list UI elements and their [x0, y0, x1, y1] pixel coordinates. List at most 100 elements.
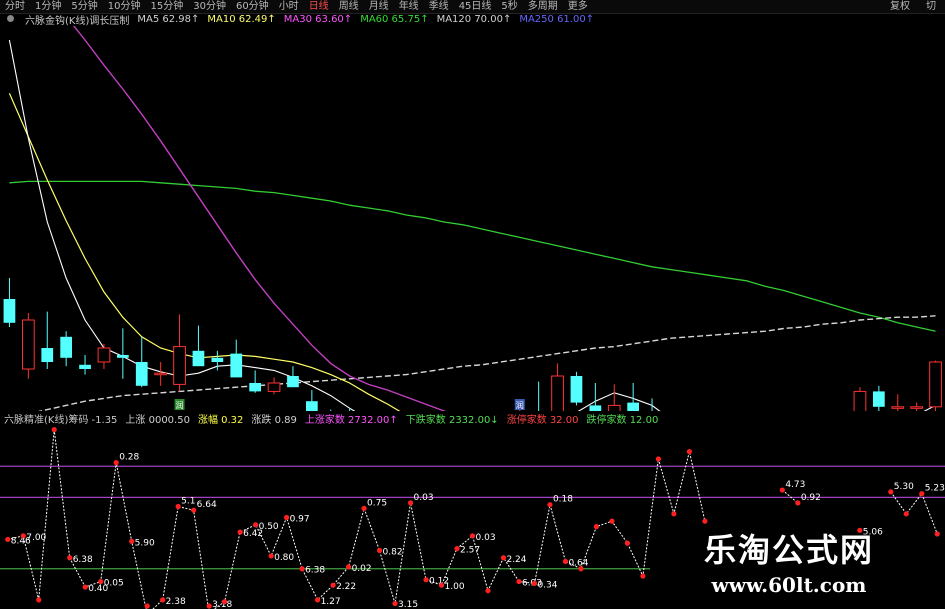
candle-body	[853, 390, 867, 411]
candle-up	[607, 384, 621, 411]
candle-body	[570, 376, 583, 403]
oscillator-point	[547, 502, 553, 508]
oscillator-label: 0.50	[259, 522, 279, 532]
oscillator-point	[237, 529, 243, 535]
oscillator-point	[160, 597, 166, 603]
oscillator-point	[36, 597, 42, 603]
tab-period[interactable]: 多周期	[523, 0, 563, 13]
tab-period[interactable]: 5秒	[496, 0, 522, 13]
oscillator-label: 5.90	[135, 538, 155, 548]
oscillator-label: 2.57	[460, 546, 480, 556]
oscillator-point	[562, 558, 569, 565]
candle-body	[267, 382, 281, 392]
indicator-value: MA30 63.60↑	[283, 14, 353, 25]
candle-body	[79, 364, 91, 369]
oscillator-label: 7.00	[26, 533, 46, 543]
ma10-line	[8, 92, 401, 411]
tab-right-item[interactable]: 复权	[885, 0, 915, 13]
tab-period[interactable]: 季线	[424, 0, 454, 13]
tab-period[interactable]: 小时	[274, 0, 304, 13]
candle-up	[154, 362, 168, 386]
oscillator-point	[624, 540, 631, 546]
oscillator-point	[283, 514, 290, 521]
ma120-line	[37, 315, 936, 411]
candle-body	[249, 383, 262, 392]
indicator-value: 六脉精准(K线)筹码 -1.35	[4, 415, 118, 426]
candle-down	[872, 385, 885, 411]
candle-body	[116, 355, 129, 358]
candle-body	[97, 347, 111, 363]
oscillator-label: 0.18	[553, 495, 573, 505]
main-indicator-bar: 六脉金钩(K线)调长压制 MA5 62.98↑ MA10 62.49↑ MA30 63…	[0, 13, 598, 27]
candle-body	[287, 376, 299, 388]
watermark-url: www.60lt.com	[711, 573, 867, 597]
oscillator-point	[423, 577, 429, 583]
indicator-value: 涨幅 0.32	[197, 415, 244, 426]
candle-up	[21, 313, 35, 379]
oscillator-point	[640, 573, 646, 579]
candle-down	[116, 328, 129, 379]
oscillator-point	[392, 600, 398, 607]
marker-label: 润	[516, 400, 524, 410]
oscillator-point	[779, 487, 785, 493]
candle-up	[853, 387, 867, 411]
tab-period[interactable]: 日线	[304, 0, 334, 13]
candle-down	[305, 390, 318, 411]
oscillator-label: 0.75	[367, 498, 387, 508]
oscillator-point	[516, 578, 522, 585]
oscillator-point	[686, 449, 692, 455]
candlestick-chart[interactable]: 59.60润润	[0, 26, 945, 411]
tab-period[interactable]: 60分钟	[231, 0, 274, 13]
candle-up	[97, 343, 111, 369]
ma30-line	[72, 26, 447, 411]
date-marker: 润	[174, 399, 185, 410]
oscillator-point	[702, 518, 708, 524]
oscillator-point	[144, 603, 150, 609]
tab-period[interactable]: 周线	[334, 0, 364, 13]
candle-body	[60, 336, 73, 358]
oscillator-label: 0.28	[119, 453, 139, 463]
oscillator-label: 6.64	[197, 500, 217, 510]
oscillator-label: 5.1	[181, 497, 195, 507]
oscillator-point	[191, 507, 197, 513]
oscillator-point	[655, 456, 662, 462]
oscillator-label: 0.97	[290, 515, 310, 525]
tab-period[interactable]: 月线	[364, 0, 394, 13]
candle-body	[135, 362, 148, 386]
tab-right-item[interactable]: 切	[921, 0, 941, 13]
candle-body	[910, 406, 924, 409]
tab-period[interactable]: 30分钟	[188, 0, 231, 13]
watermark: 乐淘公式网 www.60lt.com	[686, 525, 892, 597]
oscillator-label: 2.22	[336, 582, 356, 592]
candle-down	[135, 336, 148, 388]
oscillator-label: 0.05	[104, 579, 124, 589]
oscillator-point	[500, 555, 507, 561]
candle-up	[910, 402, 924, 411]
oscillator-point	[578, 566, 584, 572]
oscillator-label: 0.92	[801, 493, 821, 503]
candle-body	[21, 319, 35, 370]
indicator-value: MA5 62.98↑	[137, 14, 200, 25]
tab-period[interactable]: 15分钟	[145, 0, 188, 13]
indicator-value: 上涨 0000.50	[125, 415, 190, 426]
period-tab-bar: 分时 1分钟 5分钟 10分钟 15分钟 30分钟 60分钟 小时 日线 周线 月线 年线 季线 45日线…	[0, 0, 945, 14]
indicator-value: 涨停家数 32.00	[506, 415, 579, 426]
oscillator-point	[593, 524, 600, 530]
marker-label: 润	[176, 400, 184, 410]
tab-period[interactable]: 年线	[394, 0, 424, 13]
oscillator-label: 0.03	[476, 533, 496, 543]
oscillator-point	[299, 566, 305, 572]
indicator-value: 下跌家数 2332.00↓	[405, 415, 499, 426]
candle-down	[287, 366, 299, 388]
oscillator-point	[888, 489, 894, 495]
tab-period[interactable]: 45日线	[454, 0, 497, 13]
tab-period[interactable]: 更多	[563, 0, 593, 13]
indicator-settings-icon[interactable]	[0, 14, 21, 25]
candle-body	[627, 402, 640, 411]
oscillator-point	[222, 599, 228, 605]
candle-body	[41, 348, 54, 362]
sub-indicator-bar: 六脉精准(K线)筹码 -1.35 上涨 0000.50 涨幅 0.32 涨跌 0.89…	[0, 412, 662, 426]
oscillator-label: 1.27	[321, 597, 341, 607]
candle-down	[60, 331, 73, 367]
candle-body	[154, 372, 168, 376]
